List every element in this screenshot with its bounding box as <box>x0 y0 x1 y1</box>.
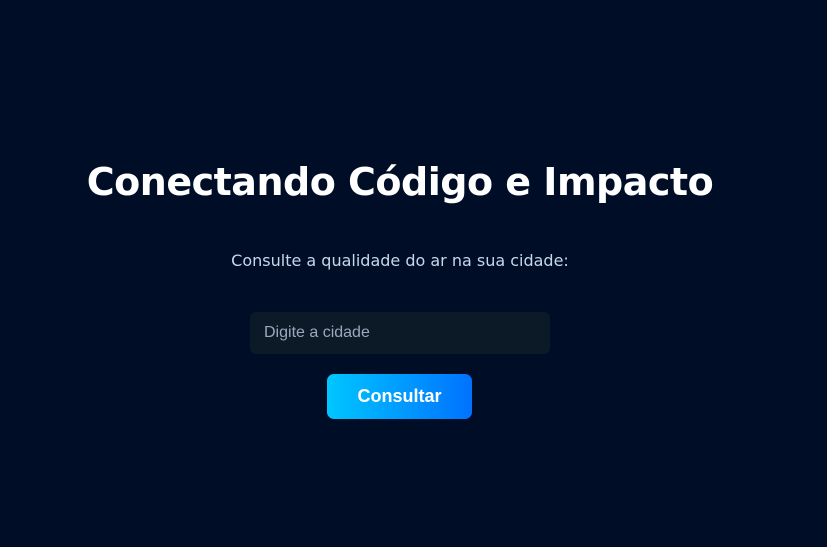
city-input[interactable] <box>250 312 550 354</box>
page: Conectando Código e Impacto Consulte a q… <box>0 0 827 547</box>
page-title: Conectando Código e Impacto <box>86 160 714 204</box>
consult-button[interactable]: Consultar <box>327 374 472 419</box>
page-subtitle: Consulte a qualidade do ar na sua cidade… <box>231 251 569 270</box>
